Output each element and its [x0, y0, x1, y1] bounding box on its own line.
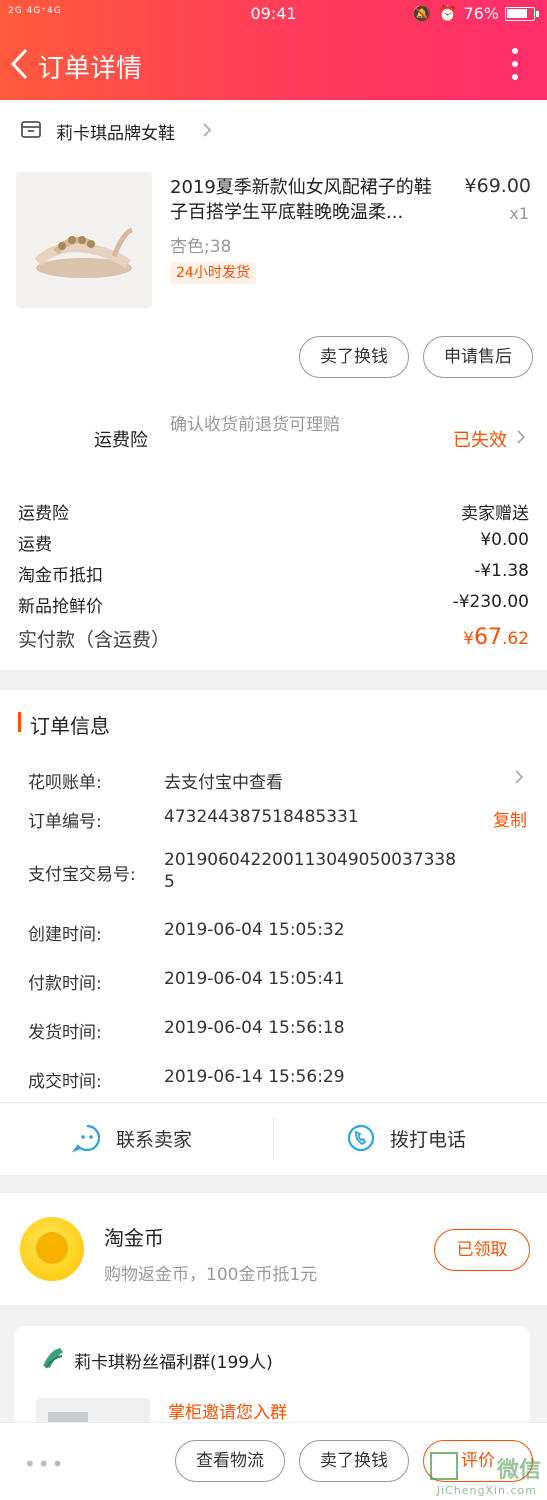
shop-icon: [21, 121, 41, 138]
fee-value: 卖家赠送: [461, 504, 529, 524]
created-time-label: 创建时间:: [28, 925, 102, 945]
product-sku: 杏色;38: [170, 237, 232, 257]
call-phone-button[interactable]: 拨打电话: [346, 1123, 466, 1153]
fee-value: ¥0.00: [480, 530, 529, 550]
fee-label: 新品抢鲜价: [18, 597, 103, 617]
vertical-divider: [273, 1118, 274, 1160]
huabei-label: 花呗账单:: [28, 773, 102, 793]
alipay-trade-value-cont: 5: [164, 872, 175, 892]
paid-time-label: 付款时间:: [28, 974, 102, 994]
mute-icon: 🔕: [411, 4, 432, 23]
chevron-right-icon: [515, 770, 524, 784]
shipping-badge: 24小时发货: [170, 262, 256, 284]
created-time-value: 2019-06-04 15:05:32: [164, 920, 345, 940]
fee-value: -¥1.38: [474, 561, 529, 581]
status-right: 🔕 ⏰ 76%: [411, 4, 539, 23]
huabei-link[interactable]: 去支付宝中查看: [164, 768, 283, 793]
product-price: ¥69.00: [464, 175, 531, 197]
resell-button[interactable]: 卖了换钱: [299, 336, 409, 378]
fee-value: -¥230.00: [452, 592, 529, 612]
contact-seller-button[interactable]: 联系卖家: [72, 1123, 192, 1153]
paid-time-value: 2019-06-04 15:05:41: [164, 969, 345, 989]
view-logistics-button[interactable]: 查看物流: [175, 1440, 285, 1482]
fee-label: 运费: [18, 535, 52, 555]
total-amount: ¥67.62: [463, 625, 529, 650]
group-name: 莉卡琪粉丝福利群(199人): [74, 1353, 273, 1373]
back-button[interactable]: [6, 44, 38, 84]
coin-face-icon: [36, 1232, 68, 1264]
chevron-right-icon: [203, 123, 212, 137]
battery-icon: [505, 6, 539, 21]
deal-time-label: 成交时间:: [28, 1072, 102, 1092]
contact-seller-label: 联系卖家: [116, 1128, 193, 1151]
total-integer: 67: [473, 625, 502, 650]
shipped-time-label: 发货时间:: [28, 1023, 102, 1043]
insurance-label: 运费险: [94, 430, 148, 451]
product-title[interactable]: 2019夏季新款仙女风配裙子的鞋子百搭学生平底鞋晚晚温柔...: [170, 175, 445, 225]
app-header: 2G 4G⁺4G 09:41 🔕 ⏰ 76% 订单详情: [0, 0, 547, 100]
product-quantity: x1: [509, 204, 529, 223]
product-image[interactable]: [16, 172, 152, 308]
page-title: 订单详情: [38, 54, 143, 84]
coin-description: 购物返金币，100金币抵1元: [104, 1265, 318, 1285]
total-decimal: .62: [501, 629, 529, 649]
section-accent-bar: [18, 712, 21, 732]
shop-name[interactable]: 莉卡琪品牌女鞋: [56, 119, 175, 144]
after-sales-button[interactable]: 申请售后: [423, 336, 533, 378]
total-label: 实付款（含运费）: [18, 629, 171, 651]
deal-time-value: 2019-06-14 15:56:29: [164, 1067, 345, 1087]
insurance-description: 确认收货前退货可理赔: [170, 415, 340, 435]
fee-label: 运费险: [18, 504, 69, 524]
coin-title: 淘金币: [104, 1226, 164, 1250]
currency-symbol: ¥: [463, 629, 474, 649]
back-arrow-icon: [10, 48, 28, 80]
shipped-time-value: 2019-06-04 15:56:18: [164, 1018, 345, 1038]
call-phone-label: 拨打电话: [390, 1128, 467, 1151]
watermark-logo: [430, 1452, 458, 1480]
more-actions-icon[interactable]: •••: [24, 1452, 65, 1476]
coin-claimed-button[interactable]: 已领取: [434, 1229, 530, 1271]
shoe-group-icon: [43, 1348, 63, 1369]
status-bar: 2G 4G⁺4G 09:41 🔕 ⏰ 76%: [0, 0, 547, 30]
battery-percent: 76%: [463, 4, 499, 23]
chat-bubble-icon: [72, 1124, 101, 1153]
watermark-url: JiChengXin.com: [436, 1484, 537, 1497]
watermark-text: 微信: [496, 1458, 541, 1483]
order-info-title: 订单信息: [30, 714, 110, 738]
sandal-icon: [34, 227, 133, 278]
more-options-icon[interactable]: [505, 48, 525, 80]
resell-bottom-button[interactable]: 卖了换钱: [299, 1440, 409, 1482]
insurance-status[interactable]: 已失效: [453, 426, 507, 452]
order-number-label: 订单编号:: [28, 812, 102, 832]
fee-label: 淘金币抵扣: [18, 566, 103, 586]
copy-button[interactable]: 复制: [493, 806, 527, 831]
order-number-value: 473244387518485331: [164, 807, 359, 827]
group-invite-text[interactable]: 掌柜邀请您入群: [168, 1398, 287, 1423]
phone-icon: [347, 1124, 375, 1152]
alipay-trade-value: 201906042200113049050037338: [164, 850, 457, 870]
chevron-right-icon: [517, 430, 526, 444]
alarm-icon: ⏰: [437, 4, 458, 23]
alipay-trade-label: 支付宝交易号:: [28, 865, 136, 885]
